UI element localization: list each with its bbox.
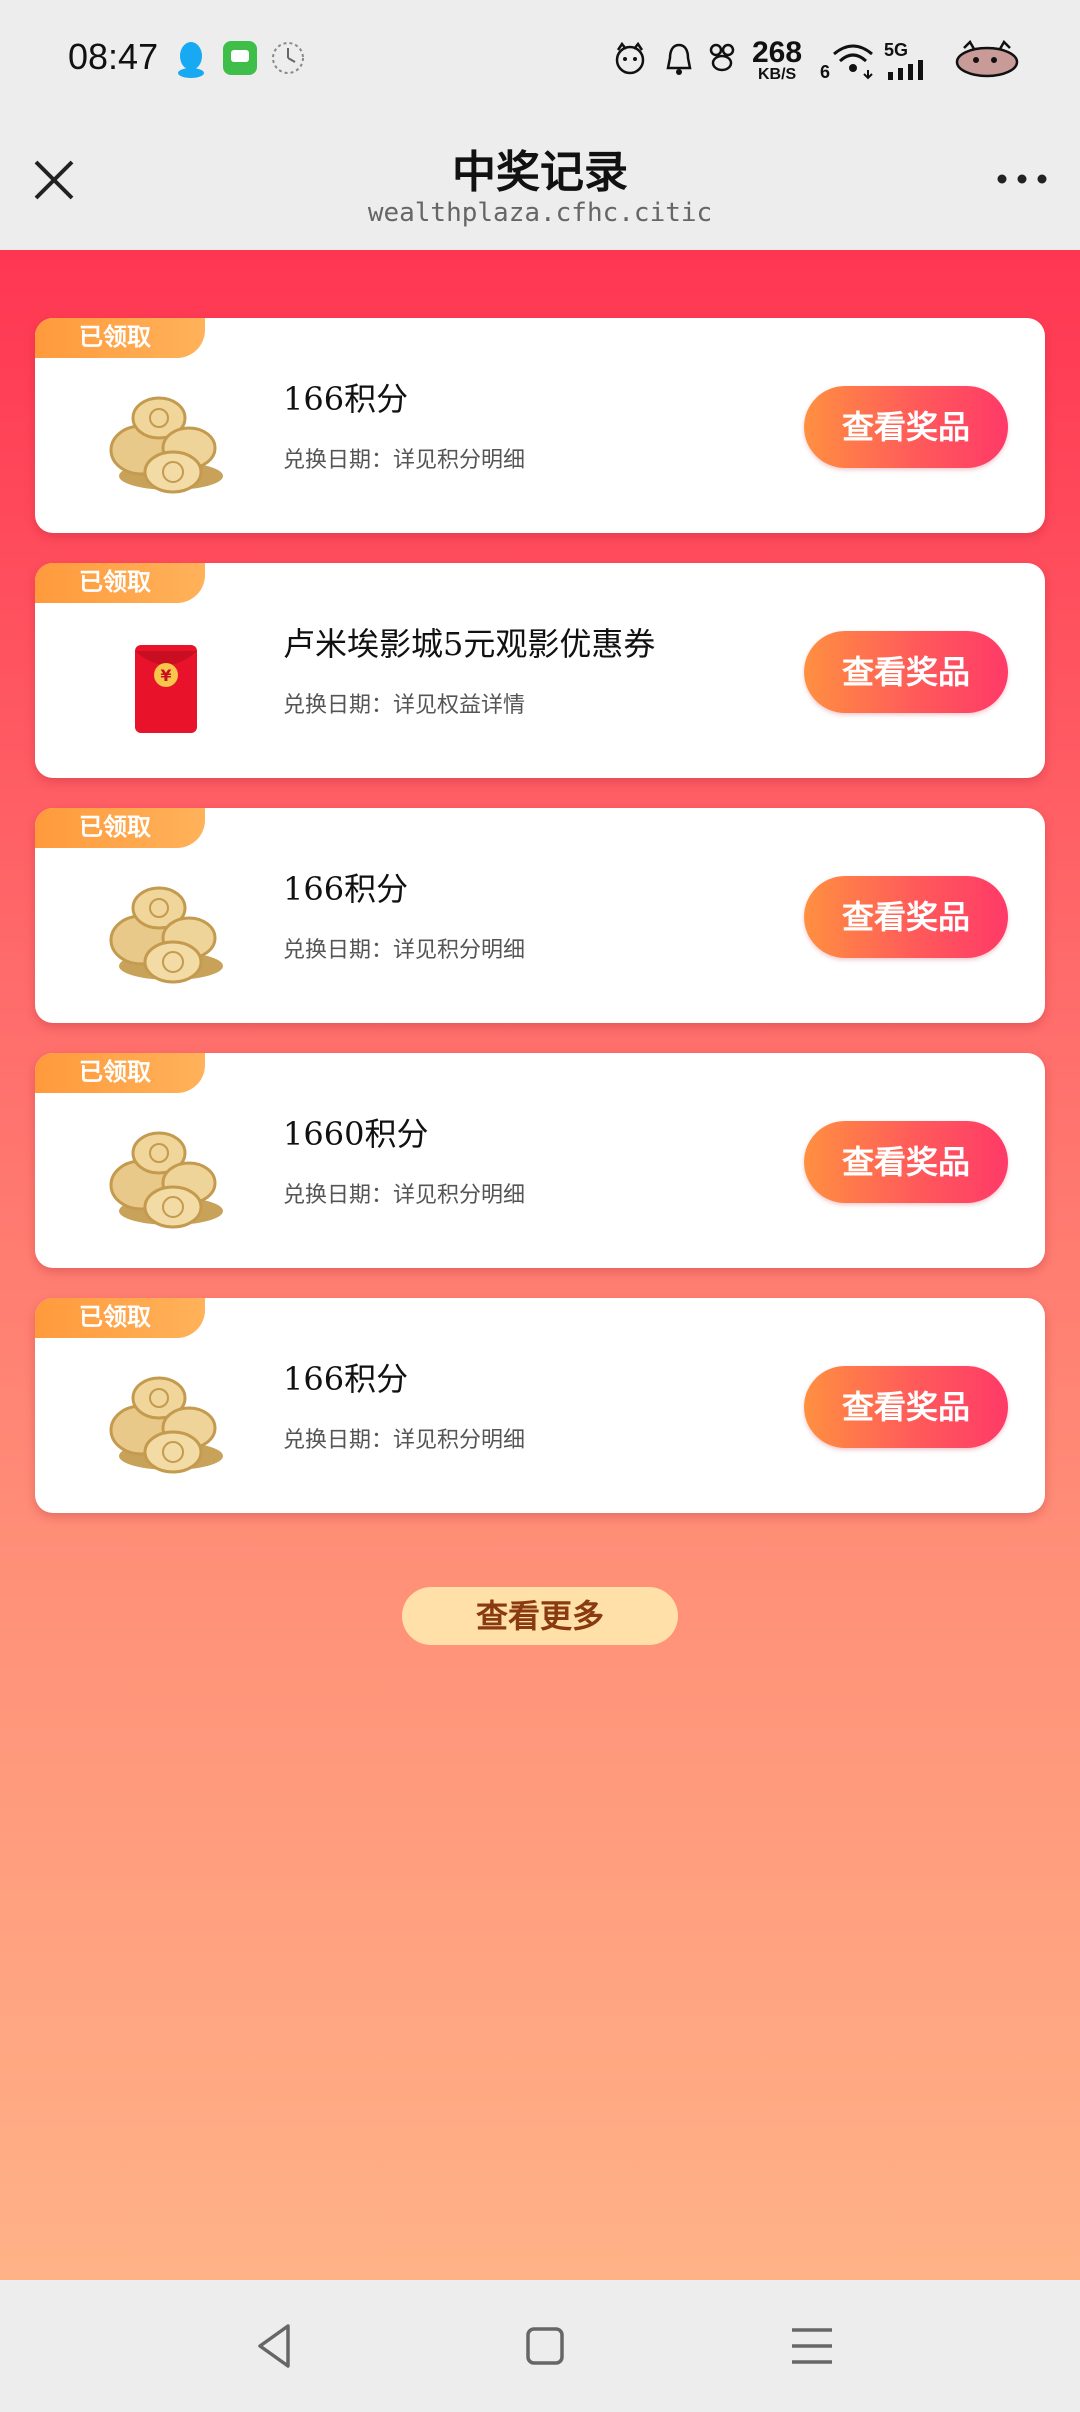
alarm-icon xyxy=(666,43,692,75)
view-more-button[interactable]: 查看更多 xyxy=(402,1587,678,1645)
redeem-date: 兑换日期：详见积分明细 xyxy=(283,1183,526,1208)
view-prize-button[interactable]: 查看奖品 xyxy=(804,1366,1008,1448)
prize-record-card: 已领取 166积分 兑换日期：详见积分明细 查看奖品 xyxy=(35,808,1045,1023)
view-prize-button[interactable]: 查看奖品 xyxy=(804,1121,1008,1203)
red-packet-icon: ¥ xyxy=(135,645,197,733)
status-bar: 08:47 268 KB/S 6 5G xyxy=(0,0,1080,120)
view-prize-button[interactable]: 查看奖品 xyxy=(804,386,1008,468)
page-url: wealthplaza.cfhc.citic xyxy=(367,198,713,228)
coins-icon xyxy=(109,886,223,984)
wifi-icon xyxy=(833,44,873,80)
menu-lines-icon[interactable] xyxy=(782,2316,842,2376)
coins-icon xyxy=(109,396,223,494)
redeem-date: 兑换日期：详见积分明细 xyxy=(283,448,526,473)
home-square-icon[interactable] xyxy=(515,2316,575,2376)
more-options-icon[interactable] xyxy=(992,164,1052,194)
prize-record-card: 已领取 166积分 兑换日期：详见积分明细 查看奖品 xyxy=(35,1298,1045,1513)
net-speed-unit: KB/S xyxy=(758,66,797,83)
coins-icon xyxy=(109,1131,223,1229)
clock-app-icon xyxy=(272,42,304,74)
prize-name: 卢米埃影城5元观影优惠券 xyxy=(283,625,656,663)
title-bar: 中奖记录 wealthplaza.cfhc.citic xyxy=(0,120,1080,250)
svg-text:¥: ¥ xyxy=(160,666,171,685)
claimed-badge: 已领取 xyxy=(35,808,205,848)
redeem-date: 兑换日期：详见权益详情 xyxy=(283,693,526,718)
sim-index: 6 xyxy=(820,62,831,82)
page-title: 中奖记录 xyxy=(452,147,628,198)
prize-name: 1660积分 xyxy=(283,1115,429,1153)
prize-record-card: 已领取 1660积分 兑换日期：详见积分明细 查看奖品 xyxy=(35,1053,1045,1268)
qq-icon xyxy=(178,42,204,78)
claimed-badge: 已领取 xyxy=(35,1053,205,1093)
records-container: 已领取 166积分 兑换日期：详见积分明细 查看奖品 已领取 ¥ 卢米埃影城5元… xyxy=(0,250,1080,2280)
view-prize-button[interactable]: 查看奖品 xyxy=(804,876,1008,958)
status-time: 08:47 xyxy=(68,36,159,77)
paw-icon xyxy=(709,43,735,72)
signal-icon xyxy=(888,60,923,80)
claimed-badge: 已领取 xyxy=(35,563,205,603)
system-nav-bar xyxy=(0,2280,1080,2412)
back-triangle-icon[interactable] xyxy=(246,2316,306,2376)
prize-record-card: 已领取 ¥ 卢米埃影城5元观影优惠券 兑换日期：详见权益详情 查看奖品 xyxy=(35,563,1045,778)
battery-icon xyxy=(955,40,1019,78)
prize-name: 166积分 xyxy=(283,380,409,418)
cat-face-icon xyxy=(615,41,645,75)
net-speed-value: 268 xyxy=(752,36,803,69)
view-prize-button[interactable]: 查看奖品 xyxy=(804,631,1008,713)
prize-name: 166积分 xyxy=(283,1360,409,1398)
claimed-badge: 已领取 xyxy=(35,1298,205,1338)
coins-icon xyxy=(109,1376,223,1474)
prize-record-card: 已领取 166积分 兑换日期：详见积分明细 查看奖品 xyxy=(35,318,1045,533)
message-app-icon xyxy=(223,41,257,75)
claimed-badge: 已领取 xyxy=(35,318,205,358)
redeem-date: 兑换日期：详见积分明细 xyxy=(283,938,526,963)
prize-name: 166积分 xyxy=(283,870,409,908)
redeem-date: 兑换日期：详见积分明细 xyxy=(283,1428,526,1453)
